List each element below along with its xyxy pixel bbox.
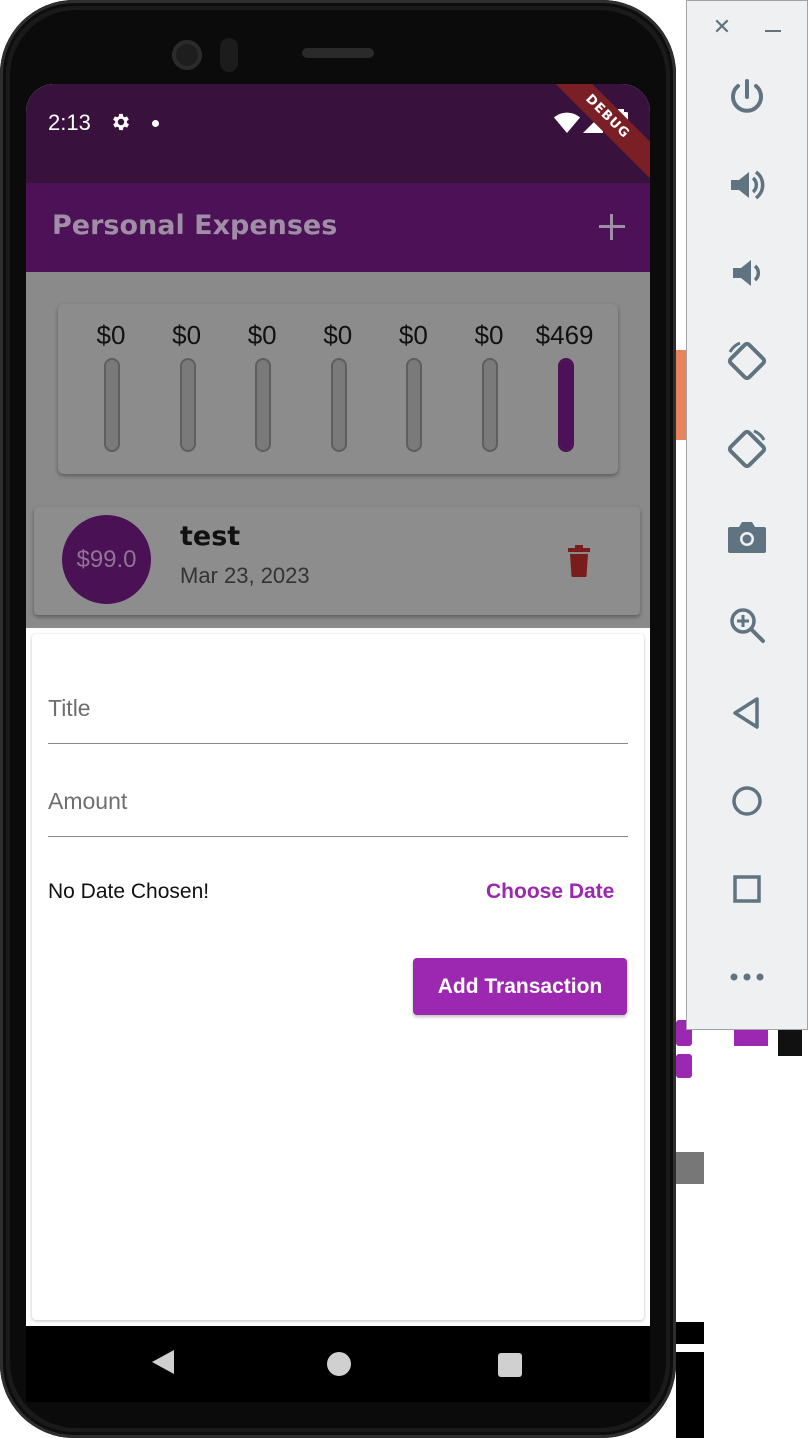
power-icon[interactable] [721,71,773,123]
chart-bar-label: $0 [323,320,353,350]
new-transaction-sheet: No Date Chosen! Choose Date Add Transact… [32,634,644,1320]
background-fragment [676,1322,704,1344]
rotate-left-icon[interactable] [721,335,773,387]
transaction-date: Mar 23, 2023 [180,563,310,588]
chart-bar-track [482,358,498,452]
chart-bar-label: $0 [474,320,504,350]
choose-date-button[interactable]: Choose Date [470,870,630,914]
chart-bar: $0 [152,304,222,474]
overview-icon[interactable] [721,863,773,915]
chart-bar-track [255,358,272,452]
chart-bar-track [557,358,574,452]
settings-gear-icon [110,111,132,137]
wifi-icon [554,112,580,138]
phone-screen: 2:13 DEBUG Personal Expenses $0 $0 $0 $0… [26,84,650,1326]
delete-icon[interactable] [566,545,592,577]
chart-bar-label: $469 [535,320,594,350]
chart-bar-label: $0 [172,320,202,350]
back-icon[interactable] [721,687,773,739]
background-fragment [676,0,686,1438]
add-transaction-button[interactable]: Add Transaction [413,958,627,1015]
chart-bar-label: $0 [398,320,428,350]
chart-bar-track [179,358,196,452]
chart-bar-label: $0 [96,320,126,350]
background-fragment [676,1352,704,1438]
background-fragment [676,350,686,440]
chart-bar-label: $0 [247,320,277,350]
rotate-right-icon[interactable] [721,423,773,475]
chart-bar-track [330,358,347,452]
background-fragment [676,1054,692,1078]
proximity-sensor [220,38,238,72]
chart-bar: $0 [303,304,373,474]
emulator-controls: ✕ [686,0,808,1030]
chart-bar: $469 [530,304,600,474]
add-icon[interactable] [596,211,628,243]
zoom-icon[interactable] [721,599,773,651]
minimize-icon[interactable] [763,17,785,39]
title-input[interactable] [48,674,628,743]
transaction-amount-badge: $99.0 [62,515,151,604]
background-fragment [676,1152,704,1184]
front-camera [172,40,202,70]
chart-bar-fill [559,360,572,450]
phone-frame: 2:13 DEBUG Personal Expenses $0 $0 $0 $0… [0,0,676,1438]
app-bar: Personal Expenses [26,183,650,272]
amount-input[interactable] [48,767,628,836]
close-icon[interactable]: ✕ [711,17,733,39]
background-fragment [734,1030,768,1046]
amount-field [48,767,628,837]
earpiece-speaker [302,48,374,58]
nav-recents-icon[interactable] [498,1353,522,1377]
chart-bar-track [406,358,423,452]
status-bar: 2:13 DEBUG [26,84,650,183]
app-title: Personal Expenses [52,210,338,241]
camera-icon[interactable] [721,511,773,563]
status-time: 2:13 [48,110,91,135]
transaction-title: test [180,521,241,552]
content-area: $0 $0 $0 $0 $0 $0 $469 $99.0 test Mar 23, 2023 [26,272,650,628]
notification-dot-icon [152,120,159,127]
date-status-label: No Date Chosen! [48,880,210,903]
more-icon[interactable] [721,951,773,1003]
chart-bar: $0 [454,304,524,474]
chart-bar: $0 [76,304,146,474]
emulator-window: 2:13 DEBUG Personal Expenses $0 $0 $0 $0… [0,0,808,1438]
home-icon[interactable] [721,775,773,827]
title-field [48,674,628,744]
weekly-chart: $0 $0 $0 $0 $0 $0 $469 [58,304,618,474]
nav-home-icon[interactable] [327,1352,351,1376]
chart-bar: $0 [227,304,297,474]
transaction-item: $99.0 test Mar 23, 2023 [34,507,640,615]
system-nav-bar [26,1326,650,1402]
nav-back-icon[interactable] [152,1350,174,1374]
chart-bar: $0 [378,304,448,474]
volume-down-icon[interactable] [721,247,773,299]
chart-bar-track [104,358,120,452]
background-fragment [778,1030,802,1056]
volume-up-icon[interactable] [721,159,773,211]
